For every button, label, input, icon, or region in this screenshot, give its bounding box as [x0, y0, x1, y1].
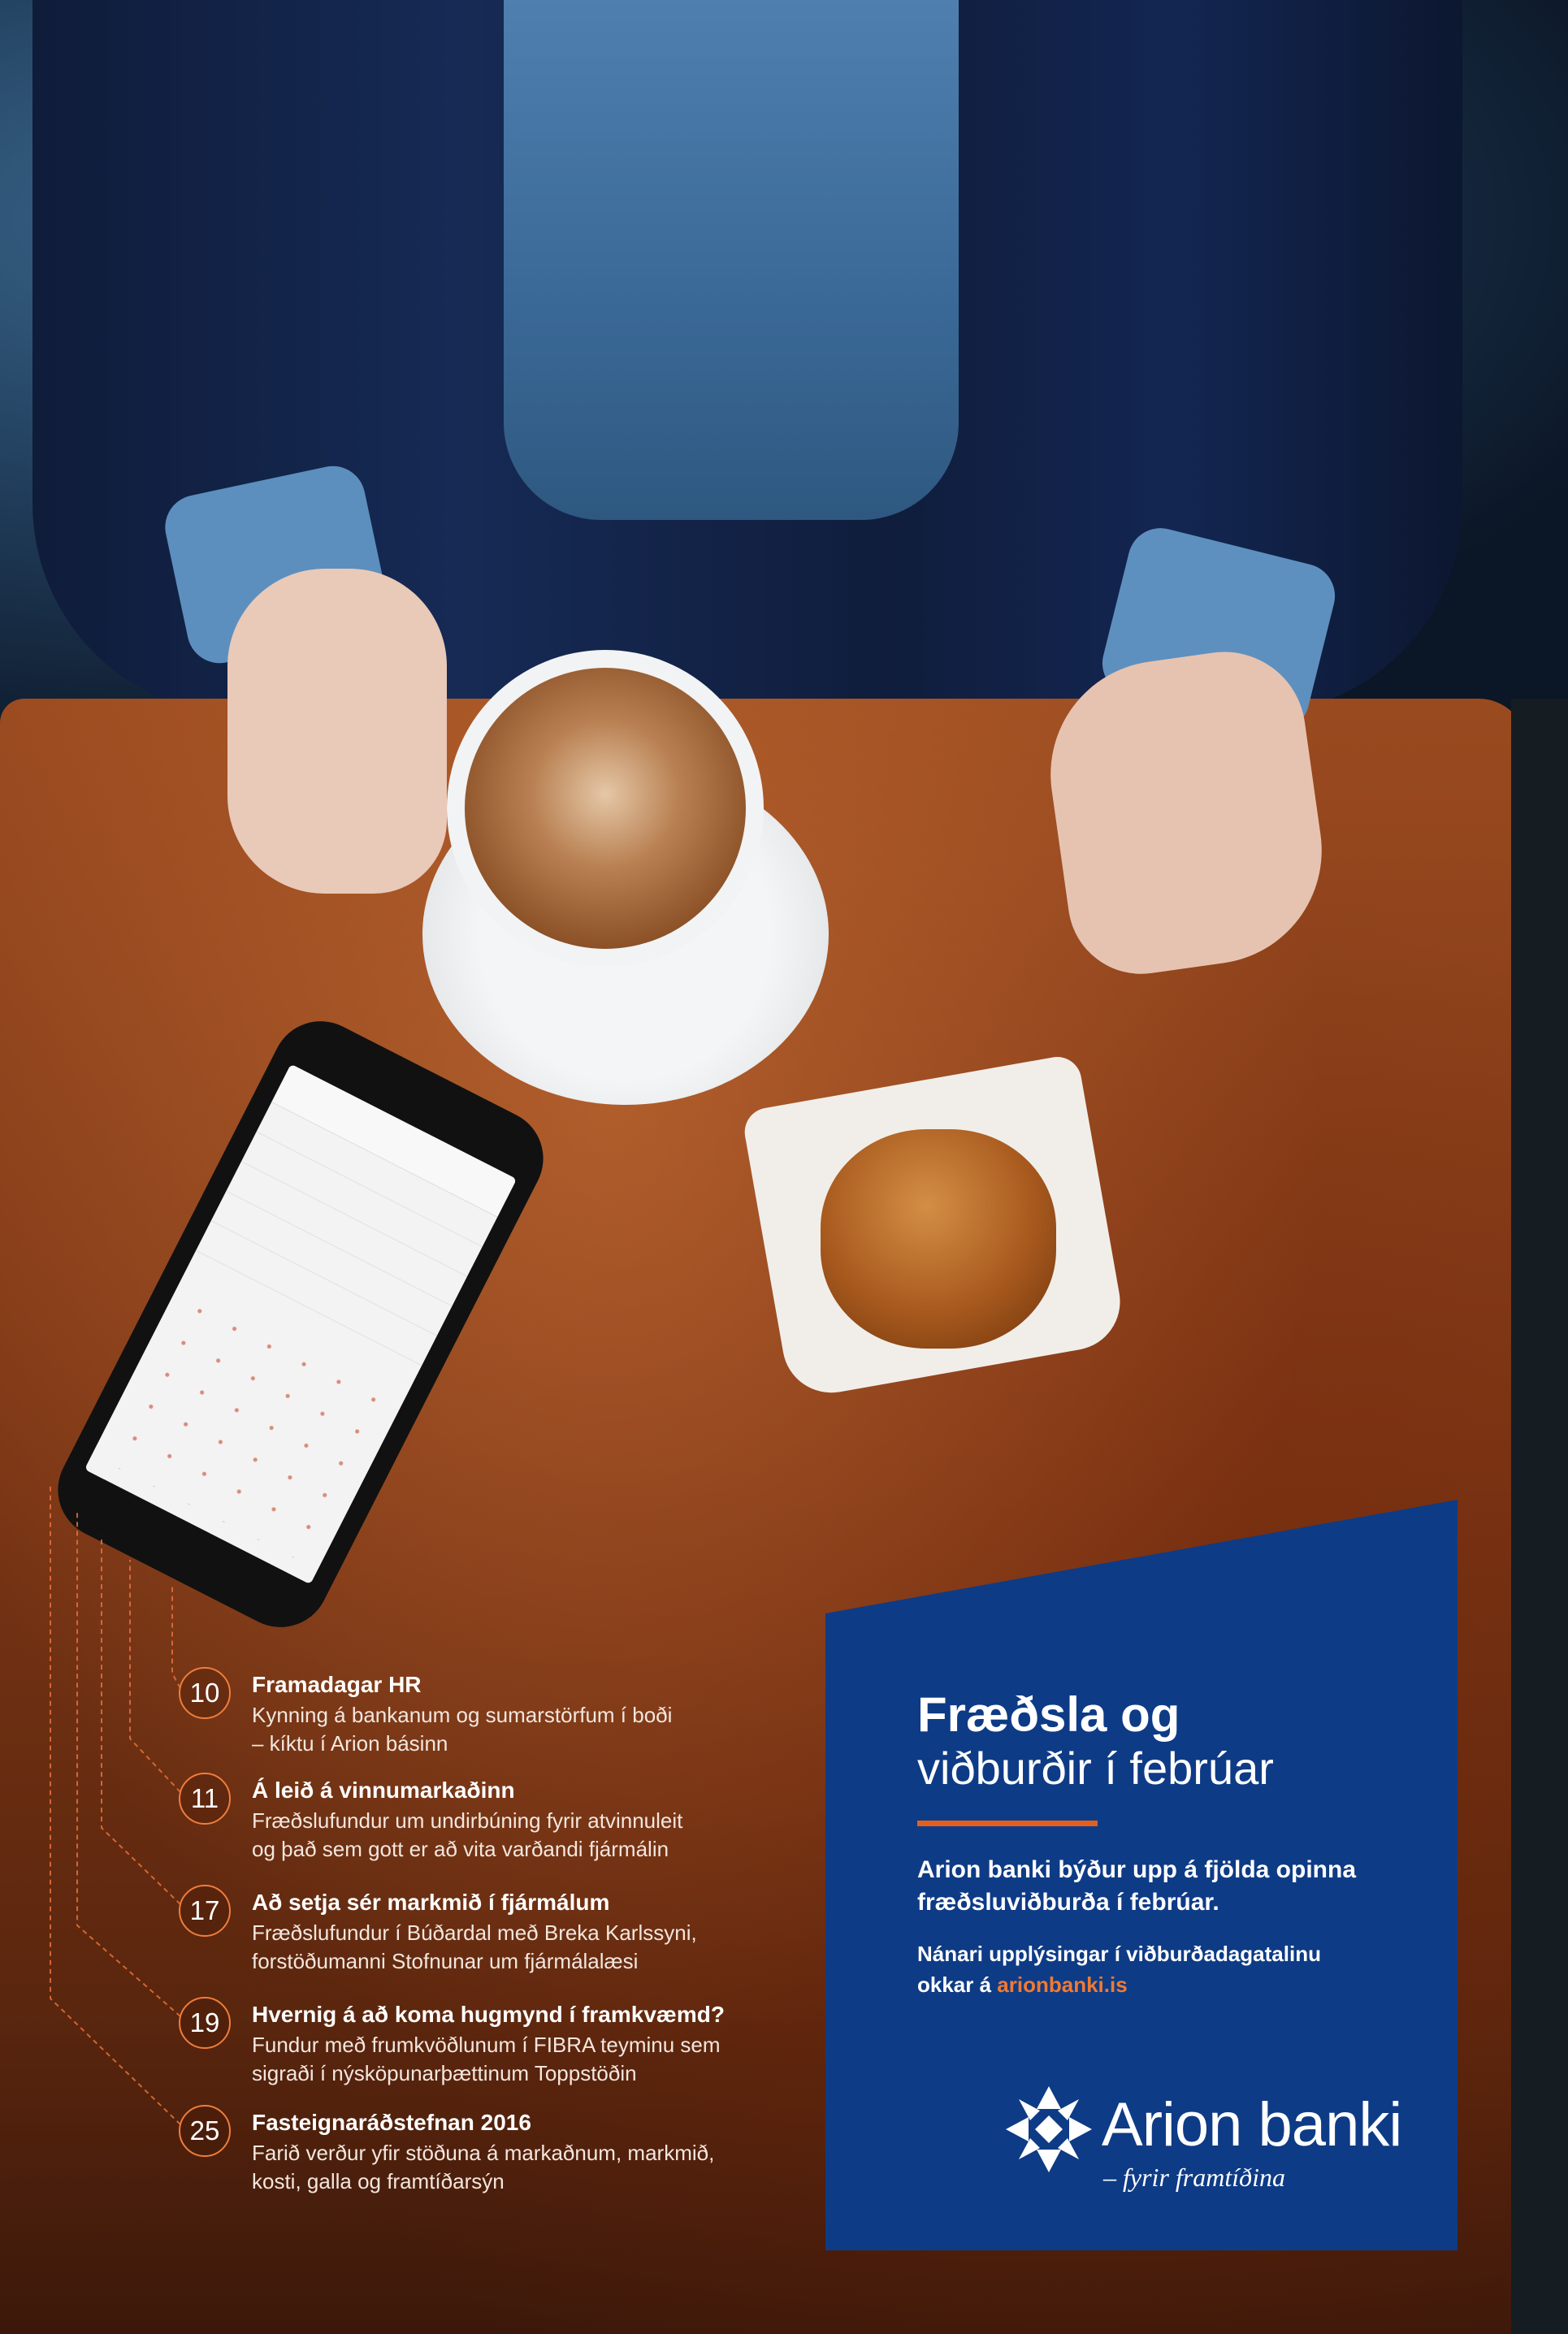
event-day-badge: 17: [179, 1885, 231, 1937]
logo-wordmark: Arion banki: [1102, 2090, 1402, 2159]
star-logo-icon: [1006, 2086, 1092, 2172]
event-title: Fasteignaráðstefnan 2016: [252, 2110, 531, 2135]
event-title: Að setja sér markmið í fjármálum: [252, 1890, 610, 1915]
event-title: Hvernig á að koma hugmynd í framkvæmd?: [252, 2002, 725, 2027]
event-description: Fræðslufundur um undirbúning fyrir atvin…: [252, 1808, 683, 1861]
event-day-badge: 10: [179, 1667, 231, 1719]
panel-lead: Arion banki býður upp á fjölda opinna fræ…: [917, 1856, 1356, 1916]
event-title: Framadagar HR: [252, 1672, 422, 1697]
event-day-badge: 25: [179, 2105, 231, 2157]
panel-subtitle: viðburðir í febrúar: [917, 1743, 1274, 1794]
panel-more-info: Nánari upplýsingar í viðburðadagatalinu …: [917, 1942, 1321, 1997]
event-description: Kynning á bankanum og sumarstörfum í boð…: [252, 1703, 673, 1756]
event-title: Á leið á vinnumarkaðinn: [252, 1778, 515, 1803]
info-panel: Fræðsla og viðburðir í febrúar Arion ban…: [825, 1500, 1458, 2250]
event-description: Fræðslufundur í Búðardal með Breka Karls…: [252, 1920, 697, 1973]
event-description: Farið verður yfir stöðuna á markaðnum, m…: [252, 2141, 715, 2193]
event-day-badge: 11: [179, 1773, 231, 1825]
event-description: Fundur með frumkvöðlunum í FIBRA teyminu…: [252, 2033, 721, 2085]
logo-tagline: – fyrir framtíðina: [1103, 2163, 1286, 2192]
panel-title: Fræðsla og: [917, 1687, 1180, 1742]
latte-art: [465, 668, 746, 949]
left-hand: [227, 569, 447, 894]
event-day-badge: 19: [179, 1997, 231, 2049]
muffin: [821, 1129, 1056, 1349]
arion-banki-logo: Arion banki – fyrir framtíðina: [1004, 2085, 1427, 2198]
person-denim-shirt: [504, 0, 959, 520]
accent-rule: [917, 1821, 1098, 1826]
website-link[interactable]: arionbanki.is: [997, 1972, 1127, 1997]
floor-edge: [1511, 699, 1568, 2334]
